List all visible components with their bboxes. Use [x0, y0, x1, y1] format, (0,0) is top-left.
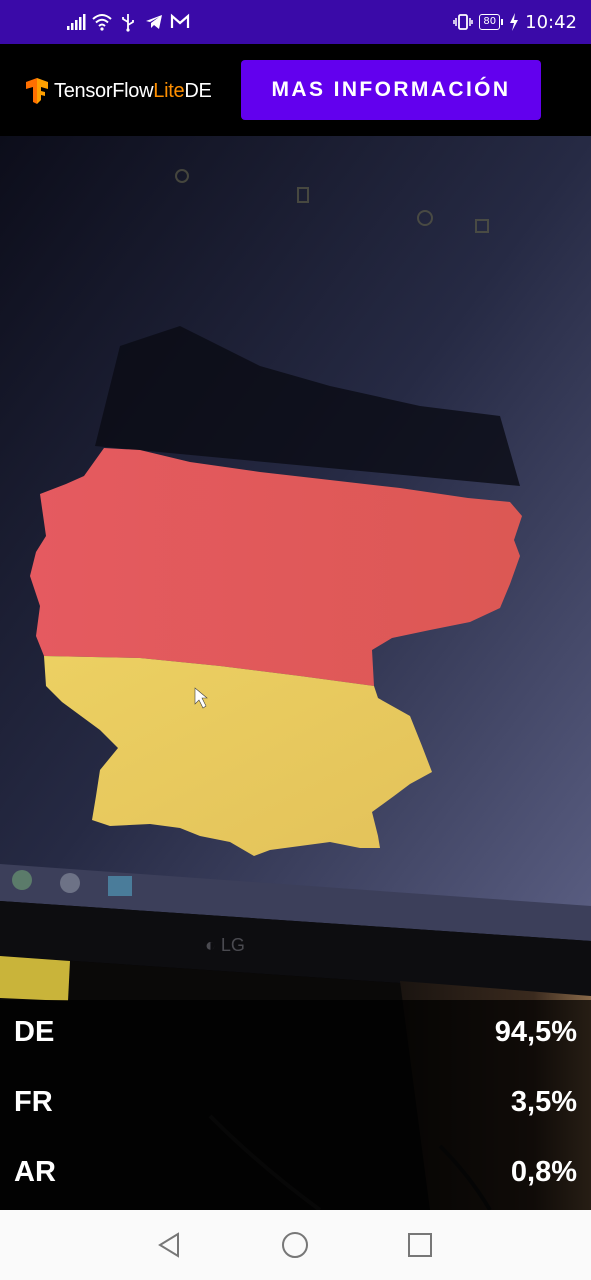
- notification-icons: [66, 10, 190, 34]
- home-icon[interactable]: [280, 1230, 310, 1260]
- navigation-bar: [0, 1210, 591, 1280]
- status-bar: 80 10:42: [0, 0, 591, 44]
- result-label: DE: [14, 1016, 55, 1048]
- result-confidence: 3,5%: [510, 1086, 577, 1118]
- gmail-icon: [170, 13, 190, 28]
- classification-results: DE 94,5% FR 3,5% AR 0,8%: [0, 1000, 591, 1210]
- app-toolbar: TensorFlowLiteDE MAS INFORMACIÓN: [0, 44, 591, 136]
- usb-icon: [122, 14, 134, 32]
- result-confidence: 94,5%: [494, 1016, 577, 1048]
- wifi-icon: [92, 14, 112, 31]
- result-row: FR 3,5%: [0, 1070, 591, 1140]
- battery-level: 80: [479, 14, 501, 30]
- result-label: AR: [14, 1156, 56, 1188]
- result-row: AR 0,8%: [0, 1140, 591, 1210]
- charging-icon: [510, 13, 519, 31]
- clock: 10:42: [525, 11, 577, 33]
- logo-prefix: TensorFlow: [54, 79, 154, 102]
- result-label: FR: [14, 1086, 53, 1118]
- tensorflow-icon: [26, 78, 48, 104]
- logo-text: TensorFlowLiteDE: [54, 80, 212, 103]
- back-icon[interactable]: [154, 1230, 184, 1260]
- battery-icon: 80: [479, 14, 504, 30]
- taskbar-icon: [108, 876, 132, 896]
- vibrate-icon: [453, 14, 474, 30]
- signal-icon: [67, 14, 86, 30]
- taskbar-icon: [12, 870, 32, 890]
- logo-suffix: DE: [184, 79, 212, 102]
- tensorflow-lite-logo: TensorFlowLiteDE: [26, 78, 212, 104]
- more-info-button[interactable]: MAS INFORMACIÓN: [241, 60, 541, 120]
- recents-icon[interactable]: [405, 1230, 435, 1260]
- result-confidence: 0,8%: [510, 1156, 577, 1188]
- telegram-icon: [146, 15, 162, 29]
- monitor-brand: ◐ LG: [205, 935, 245, 955]
- logo-lite: Lite: [153, 79, 185, 102]
- result-row: DE 94,5%: [0, 1000, 591, 1070]
- system-icons: 80 10:42: [453, 10, 577, 34]
- taskbar-icon: [60, 873, 80, 893]
